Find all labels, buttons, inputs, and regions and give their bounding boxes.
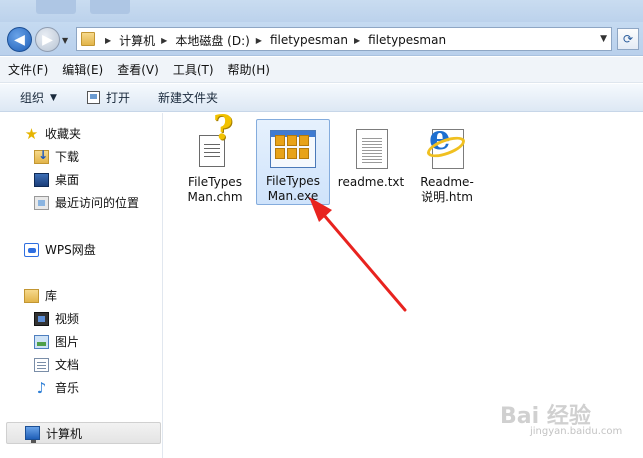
breadcrumb-separator-icon[interactable]: ▶ <box>354 36 360 45</box>
sidebar-item-pictures[interactable]: 图片 <box>34 333 79 350</box>
cloud-drive-icon <box>24 242 39 257</box>
sidebar-item-recent[interactable]: 最近访问的位置 <box>34 194 139 211</box>
sidebar-item-libraries[interactable]: 库 <box>24 287 57 304</box>
breadcrumb-computer[interactable]: 计算机 <box>119 32 155 49</box>
refresh-button[interactable]: ⟳ <box>617 28 639 50</box>
new-folder-label: 新建文件夹 <box>157 91 218 105</box>
breadcrumb-separator-icon[interactable]: ▶ <box>256 36 262 45</box>
watermark-url: jingyan.baidu.com <box>530 426 623 437</box>
address-row: ◀ ▶ ▼ ▶ 计算机 ▶ 本地磁盘 (D:) ▶ filetypesman ▶… <box>0 22 643 56</box>
forward-button[interactable]: ▶ <box>35 27 60 52</box>
file-name-line2: Man.exe <box>267 189 319 203</box>
video-icon <box>34 311 49 326</box>
breadcrumb-separator-icon[interactable]: ▶ <box>161 36 167 45</box>
file-item-htm[interactable]: e Readme- 说明.htm <box>410 121 484 204</box>
sidebar-item-label: 文档 <box>55 358 80 372</box>
sidebar-item-computer[interactable]: 计算机 <box>6 422 161 444</box>
sidebar-item-label: WPS网盘 <box>45 243 96 257</box>
sidebar-item-label: 计算机 <box>46 426 83 441</box>
menu-file[interactable]: 文件(F) <box>8 61 48 78</box>
sidebar-item-desktop[interactable]: 桌面 <box>34 171 79 188</box>
new-folder-button[interactable]: 新建文件夹 <box>158 89 218 106</box>
navigation-pane: ★ 收藏夹 下载 桌面 最近访问的位置 WPS网盘 库 视频 图片 文档 ♪ 音… <box>0 113 163 458</box>
exe-application-icon <box>269 124 317 172</box>
file-name-line1: FileTypes <box>266 174 320 188</box>
sidebar-item-wps[interactable]: WPS网盘 <box>24 241 96 258</box>
folder-icon <box>81 32 95 46</box>
sidebar-item-videos[interactable]: 视频 <box>34 310 79 327</box>
file-name-line1: FileTypes <box>188 175 242 189</box>
forward-arrow-icon: ▶ <box>42 31 53 48</box>
menu-help[interactable]: 帮助(H) <box>228 61 270 78</box>
organize-label: 组织 <box>20 91 45 105</box>
picture-icon <box>34 334 49 349</box>
refresh-icon: ⟳ <box>622 32 634 46</box>
music-note-icon: ♪ <box>36 378 47 397</box>
library-icon <box>24 288 39 303</box>
download-folder-icon <box>34 148 49 164</box>
ghost-button <box>36 0 76 14</box>
file-name-line2: 说明.htm <box>421 190 473 204</box>
back-arrow-icon: ◀ <box>14 31 25 48</box>
file-item-exe[interactable]: FileTypes Man.exe <box>256 119 330 205</box>
open-label: 打开 <box>105 91 130 105</box>
recent-places-icon <box>34 195 49 210</box>
open-icon <box>86 91 100 104</box>
star-icon: ★ <box>24 124 39 143</box>
sidebar-item-label: 音乐 <box>55 381 80 395</box>
chevron-down-icon: ▼ <box>50 92 57 103</box>
sidebar-item-music[interactable]: ♪ 音乐 <box>34 379 79 396</box>
open-button[interactable]: 打开 <box>86 89 130 106</box>
address-bar[interactable]: ▶ 计算机 ▶ 本地磁盘 (D:) ▶ filetypesman ▶ filet… <box>76 27 612 51</box>
menu-edit[interactable]: 编辑(E) <box>62 61 103 78</box>
menu-tools[interactable]: 工具(T) <box>173 61 214 78</box>
desktop-icon <box>34 172 49 187</box>
back-button[interactable]: ◀ <box>7 27 32 52</box>
sidebar-item-label: 最近访问的位置 <box>55 196 140 210</box>
breadcrumb-drive-d[interactable]: 本地磁盘 (D:) <box>175 32 249 49</box>
breadcrumb: ▶ 计算机 ▶ 本地磁盘 (D:) ▶ filetypesman ▶ filet… <box>99 32 446 48</box>
document-icon <box>34 357 49 372</box>
command-toolbar: 组织 ▼ 打开 新建文件夹 <box>0 84 643 112</box>
sidebar-item-label: 视频 <box>55 312 80 326</box>
window-title-bar <box>0 0 643 22</box>
breadcrumb-filetypesman[interactable]: filetypesman <box>270 33 348 47</box>
computer-icon <box>25 426 40 443</box>
sidebar-item-downloads[interactable]: 下载 <box>34 148 79 165</box>
file-name-line1: readme.txt <box>337 175 405 189</box>
file-name-line2: Man.chm <box>187 190 243 204</box>
sidebar-item-label: 库 <box>45 289 58 303</box>
file-item-txt[interactable]: readme.txt <box>334 121 408 203</box>
breadcrumb-separator-icon[interactable]: ▶ <box>105 36 111 45</box>
organize-button[interactable]: 组织 ▼ <box>20 89 57 106</box>
sidebar-item-label: 下载 <box>55 150 80 164</box>
sidebar-item-documents[interactable]: 文档 <box>34 356 79 373</box>
text-file-icon <box>347 125 395 173</box>
sidebar-item-label: 图片 <box>55 335 80 349</box>
history-dropdown-icon[interactable]: ▼ <box>62 36 68 45</box>
sidebar-item-label: 桌面 <box>55 173 80 187</box>
sidebar-item-label: 收藏夹 <box>45 127 82 141</box>
file-item-chm[interactable]: ? FileTypes Man.chm <box>178 111 252 204</box>
internet-explorer-icon: e <box>423 121 471 173</box>
address-dropdown-icon[interactable]: ▼ <box>600 34 607 44</box>
breadcrumb-filetypesman-sub[interactable]: filetypesman <box>368 33 446 47</box>
menu-bar: 文件(F) 编辑(E) 查看(V) 工具(T) 帮助(H) <box>0 57 643 83</box>
chm-help-file-icon: ? <box>191 111 239 173</box>
file-name-line1: Readme- <box>420 175 474 189</box>
sidebar-item-favorites[interactable]: ★ 收藏夹 <box>24 125 81 142</box>
ghost-button <box>90 0 130 14</box>
menu-view[interactable]: 查看(V) <box>117 61 159 78</box>
